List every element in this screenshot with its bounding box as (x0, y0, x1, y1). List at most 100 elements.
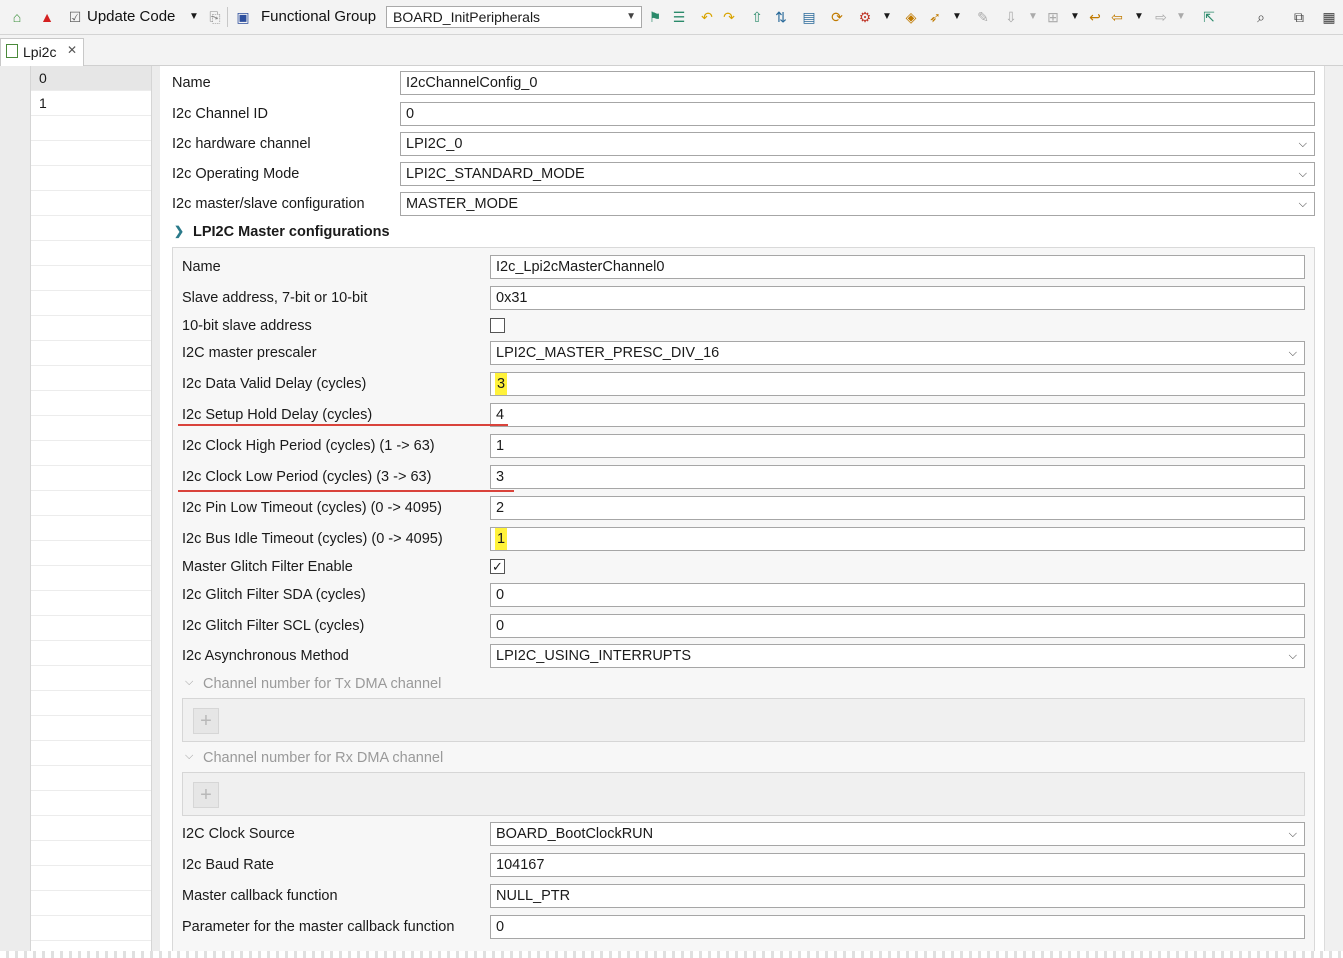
dropdown-arrow-icon[interactable]: ▼ (948, 8, 966, 26)
vertical-scrollbar[interactable] (1324, 66, 1343, 958)
dropdown-arrow-icon[interactable]: ▼ (878, 8, 896, 26)
baud-rate-field[interactable]: 104167 (490, 853, 1305, 877)
rx-dma-header[interactable]: Channel number for Rx DMA channel (203, 750, 443, 766)
add-icon[interactable]: + (193, 782, 219, 808)
rx-dma-box: + (182, 772, 1305, 816)
tenbit-checkbox[interactable] (490, 318, 505, 333)
chevron-down-icon: ⌵ (1288, 347, 1297, 359)
list-item-empty (31, 391, 151, 416)
error-icon[interactable]: ▲ (38, 8, 56, 26)
pane-divider[interactable] (152, 66, 160, 958)
glitch-scl-field[interactable]: 0 (490, 614, 1305, 638)
master-slave-label: I2c master/slave configuration (172, 196, 365, 212)
left-arrow-icon[interactable]: ⇦ (1108, 8, 1126, 26)
search-icon[interactable]: ⌕ (1252, 8, 1270, 26)
channel-id-field[interactable]: 0 (400, 102, 1315, 126)
clock-low-period-field[interactable]: 3 (490, 465, 1305, 489)
dropdown-arrow-icon[interactable]: ▼ (1130, 8, 1148, 26)
right-arrow-icon[interactable]: ⇨ (1152, 8, 1170, 26)
add-icon[interactable]: + (193, 708, 219, 734)
list-item-empty (31, 191, 151, 216)
dropdown-arrow-icon[interactable]: ▼ (1172, 8, 1190, 26)
close-icon[interactable]: ✕ (67, 43, 77, 57)
home-icon[interactable]: ⌂ (8, 8, 26, 26)
tab-label: Lpi2c (23, 44, 57, 60)
copy-icon[interactable]: ⎘ (206, 8, 224, 26)
name-field[interactable]: I2cChannelConfig_0 (400, 71, 1315, 95)
sort-icon[interactable]: ⇅ (772, 8, 790, 26)
setup-hold-delay-field[interactable]: 4 (490, 403, 1305, 427)
data-valid-delay-label: I2c Data Valid Delay (cycles) (182, 376, 367, 392)
upload-icon[interactable]: ⇧ (748, 8, 766, 26)
master-name-field[interactable]: I2c_Lpi2cMasterChannel0 (490, 255, 1305, 279)
glitch-sda-field[interactable]: 0 (490, 583, 1305, 607)
channel-id-label: I2c Channel ID (172, 106, 268, 122)
redo-icon[interactable]: ↷ (720, 8, 738, 26)
clock-source-value: BOARD_BootClockRUN (496, 826, 654, 842)
functional-group-select[interactable]: BOARD_InitPeripherals ▼ (386, 6, 642, 28)
prescaler-select[interactable]: LPI2C_MASTER_PRESC_DIV_16 ⌵ (490, 341, 1305, 365)
perspective-icon[interactable]: ▦ (1320, 8, 1338, 26)
list-item-empty (31, 291, 151, 316)
list-item-empty (31, 266, 151, 291)
update-code-button[interactable]: Update Code (87, 6, 175, 28)
tab-lpi2c[interactable]: Lpi2c ✕ (0, 38, 84, 66)
save-icon[interactable]: ▤ (800, 8, 818, 26)
collapse-chevron-icon[interactable]: ❯ (174, 224, 184, 238)
master-name-label: Name (182, 259, 221, 275)
async-method-select[interactable]: LPI2C_USING_INTERRUPTS ⌵ (490, 644, 1305, 668)
dropdown-arrow-icon[interactable]: ▼ (1024, 8, 1042, 26)
async-method-label: I2c Asynchronous Method (182, 648, 349, 664)
hw-channel-label: I2c hardware channel (172, 136, 311, 152)
flag-icon[interactable]: ⚑ (646, 8, 664, 26)
master-slave-select[interactable]: MASTER_MODE ⌵ (400, 192, 1315, 216)
left-strip (0, 66, 31, 958)
chevron-down-icon: ⌵ (1298, 198, 1307, 210)
layers-icon[interactable]: ◈ (902, 8, 920, 26)
gear-icon[interactable]: ⚙ (856, 8, 874, 26)
clock-high-period-value: 1 (496, 438, 505, 454)
chevron-down-icon[interactable]: ⌵ (185, 676, 193, 689)
rocket-icon[interactable]: ➶ (926, 8, 944, 26)
pin-low-timeout-value: 2 (496, 500, 505, 516)
chevron-down-icon: ⌵ (1298, 138, 1307, 150)
window-icon[interactable]: ⧉ (1290, 8, 1308, 26)
clock-source-label: I2C Clock Source (182, 826, 295, 842)
slave-address-field[interactable]: 0x31 (490, 286, 1305, 310)
list-icon[interactable]: ☰ (670, 8, 688, 26)
export-icon[interactable]: ⇱ (1200, 8, 1218, 26)
data-valid-delay-field[interactable]: 3 (490, 372, 1305, 396)
master-config-header[interactable]: LPI2C Master configurations (193, 224, 390, 240)
setup-hold-delay-value: 4 (496, 407, 505, 423)
refresh-icon[interactable]: ⟳ (828, 8, 846, 26)
filter-icon[interactable]: ⊞ (1044, 8, 1062, 26)
list-item[interactable]: 0 (31, 66, 151, 91)
update-code-dropdown-icon[interactable]: ▼ (185, 8, 203, 26)
dropdown-arrow-icon[interactable]: ▼ (1066, 8, 1084, 26)
list-item-empty (31, 666, 151, 691)
clock-high-period-field[interactable]: 1 (490, 434, 1305, 458)
component-icon: ▣ (236, 9, 250, 25)
callback-param-field[interactable]: 0 (490, 915, 1305, 939)
clock-low-period-value: 3 (496, 469, 505, 485)
stack-icon[interactable]: ⇩ (1002, 8, 1020, 26)
main-toolbar: ⌂ ▲ ☑ Update Code ▼ ⎘ ▣ Functional Group… (0, 0, 1343, 35)
pen-icon[interactable]: ✎ (974, 8, 992, 26)
list-item-empty (31, 441, 151, 466)
back-icon[interactable]: ↩ (1086, 8, 1104, 26)
hw-channel-select[interactable]: LPI2C_0 ⌵ (400, 132, 1315, 156)
clock-source-select[interactable]: BOARD_BootClockRUN ⌵ (490, 822, 1305, 846)
bus-idle-timeout-field[interactable]: 1 (490, 527, 1305, 551)
list-item-empty (31, 916, 151, 941)
chevron-down-icon: ⌵ (1288, 650, 1297, 662)
undo-icon[interactable]: ↶ (698, 8, 716, 26)
list-item[interactable]: 1 (31, 91, 151, 116)
callback-field[interactable]: NULL_PTR (490, 884, 1305, 908)
operating-mode-select[interactable]: LPI2C_STANDARD_MODE ⌵ (400, 162, 1315, 186)
callback-param-label: Parameter for the master callback functi… (182, 919, 455, 935)
chevron-down-icon[interactable]: ⌵ (185, 750, 193, 763)
pin-low-timeout-field[interactable]: 2 (490, 496, 1305, 520)
glitch-filter-enable-checkbox[interactable]: ✓ (490, 559, 505, 574)
chevron-down-icon: ⌵ (1298, 168, 1307, 180)
tx-dma-header[interactable]: Channel number for Tx DMA channel (203, 676, 441, 692)
